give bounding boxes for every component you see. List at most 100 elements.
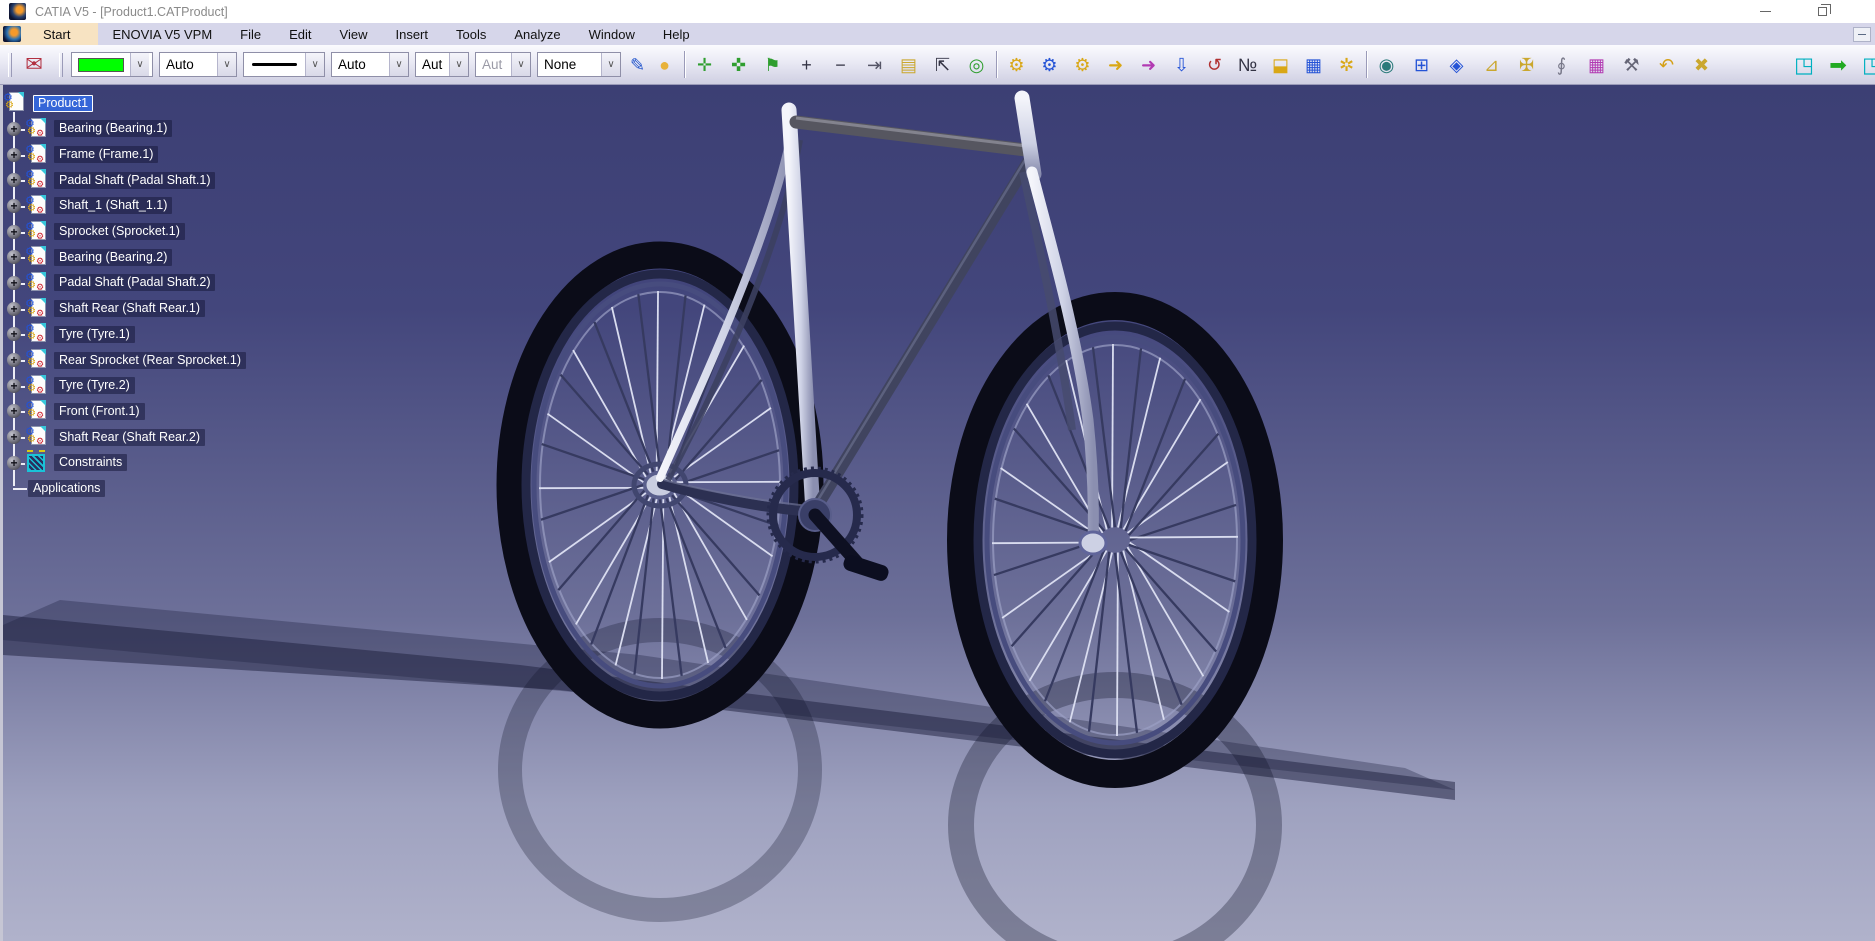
tree-row[interactable]: ⚙ ⚙ ⚙ Tyre (Tyre.1) [2,322,322,348]
anchor-icon[interactable]: ✠ [1513,51,1540,78]
tree-root[interactable]: ⚙ ⚙ Product1 [2,90,322,116]
tree-item-label[interactable]: Rear Sprocket (Rear Sprocket.1) [54,351,247,369]
zoom-out-icon[interactable]: − [827,51,854,78]
tree-row[interactable]: ⚙ ⚙ ⚙ Bearing (Bearing.1) [2,116,322,142]
tree-row[interactable]: ⚙ ⚙ ⚙ Shaft Rear (Shaft Rear.1) [2,296,322,322]
multi-instantiation-icon[interactable]: ✲ [1333,51,1360,78]
color-dropdown[interactable]: ∨ [71,52,153,77]
tree-item-label[interactable]: Bearing (Bearing.2) [54,248,173,266]
menu-item[interactable]: Window [575,23,649,45]
tree-item-label[interactable]: Padal Shaft (Padal Shaft.1) [54,171,216,189]
chevron-down-icon[interactable]: ∨ [305,53,324,76]
graph-tree-reordering-icon[interactable]: ↺ [1201,51,1228,78]
layer-dropdown[interactable]: None ∨ [537,52,621,77]
painter-icon[interactable]: ✎ [624,51,651,78]
expand-plus-icon[interactable] [7,430,21,445]
menu-item[interactable]: Help [649,23,704,45]
tree-row[interactable]: ⚙ ⚙ ⚙ Front (Front.1) [2,399,322,425]
tree-item-label[interactable]: Tyre (Tyre.2) [54,377,135,395]
menu-item[interactable]: View [326,23,382,45]
tree-item-label[interactable]: Shaft Rear (Shaft Rear.2) [54,428,206,446]
menu-start[interactable]: Start [29,27,84,42]
expand-plus-icon[interactable] [7,275,21,290]
replace-component-icon[interactable]: ⇩ [1168,51,1195,78]
tree-row[interactable]: ⚙ ⚙ ⚙ Frame (Frame.1) [2,142,322,168]
tree-item-label[interactable]: Padal Shaft (Padal Shaft.2) [54,274,216,292]
menu-item[interactable]: ENOVIA V5 VPM [98,23,226,45]
tree-row[interactable]: ⚙ ⚙ ⚙ Shaft_1 (Shaft_1.1) [2,193,322,219]
interference-icon[interactable]: ✖ [1688,51,1715,78]
wizard-material-icon[interactable]: ● [651,51,678,78]
existing-component-icon[interactable]: ➜ [1102,51,1129,78]
start-menu-zone[interactable]: Start [0,23,99,45]
expand-plus-icon[interactable] [7,121,21,136]
tools-icon[interactable]: ⚒ [1618,51,1645,78]
expand-plus-icon[interactable] [7,224,21,239]
catalog-clipped-icon[interactable]: ◳ [1855,50,1875,80]
tree-item-label[interactable]: Sprocket (Sprocket.1) [54,223,185,241]
fit-all-in-icon[interactable]: ✜ [725,51,752,78]
new-component-icon[interactable]: ⚙ [1003,51,1030,78]
expand-plus-icon[interactable] [7,173,21,188]
toolbar-grip[interactable] [8,52,12,77]
chevron-down-icon[interactable]: ∨ [601,53,620,76]
normal-view-icon[interactable]: ⇥ [861,51,888,78]
toolbar-grip[interactable] [59,52,63,77]
chevron-down-icon[interactable]: ∨ [449,53,468,76]
expand-plus-icon[interactable] [7,404,21,419]
expand-plus-icon[interactable] [7,455,21,470]
expand-plus-icon[interactable] [7,353,21,368]
pointsymbol-dropdown[interactable]: Aut ∨ [415,52,469,77]
manage-representations-icon[interactable]: ▦ [1300,51,1327,78]
expand-plus-icon[interactable] [7,250,21,265]
chevron-down-icon[interactable]: ∨ [217,53,236,76]
lineweight-dropdown[interactable]: Auto ∨ [331,52,409,77]
undo-icon[interactable]: ↶ [1653,51,1680,78]
minimize-button[interactable] [1750,3,1780,20]
tree-root-label[interactable]: Product1 [33,94,94,112]
generate-numbering-icon[interactable]: № [1234,51,1261,78]
multi-view-icon[interactable]: ▤ [895,51,922,78]
tree-row[interactable]: ⚙ ⚙ ⚙ Padal Shaft (Padal Shaft.1) [2,167,322,193]
new-part-icon[interactable]: ⚙ [1069,51,1096,78]
expand-plus-icon[interactable] [7,147,21,162]
select-arrow-icon[interactable]: ⇱ [929,51,956,78]
tree-row[interactable]: ⚙ ⚙ ⚙ Sprocket (Sprocket.1) [2,219,322,245]
magnifier-icon[interactable]: ◎ [963,51,990,78]
tree-row[interactable]: ⚙ ⚙ ⚙ Bearing (Bearing.2) [2,244,322,270]
measure-between-icon[interactable]: ⊞ [1408,51,1435,78]
import-catalog-icon[interactable]: ➡ [1821,50,1855,80]
tree-item-label[interactable]: Shaft_1 (Shaft_1.1) [54,197,173,215]
measure-item-icon[interactable]: ◈ [1443,51,1470,78]
catalog-browser-icon[interactable]: ◳ [1787,50,1821,80]
new-product-icon[interactable]: ⚙ [1036,51,1063,78]
render-style-icon[interactable]: ◉ [1373,51,1400,78]
sectioning-icon[interactable]: ▦ [1583,51,1610,78]
menu-item[interactable]: File [226,23,275,45]
tree-item-label[interactable]: Applications [28,479,106,497]
expand-plus-icon[interactable] [7,378,21,393]
chevron-down-icon[interactable]: ∨ [389,53,408,76]
opacity-dropdown[interactable]: Auto ∨ [159,52,237,77]
chevron-down-icon[interactable]: ∨ [130,53,149,76]
tree-item-label[interactable]: Frame (Frame.1) [54,146,159,164]
paperclip-icon[interactable]: ∮ [1548,51,1575,78]
tree-row[interactable]: ⚙ ⚙ ⚙ Applications [2,476,322,502]
menubar-minimize-button[interactable] [1853,27,1871,42]
expand-plus-icon[interactable] [7,198,21,213]
menu-item[interactable]: Insert [381,23,442,45]
zoom-in-icon[interactable]: + [793,51,820,78]
menu-item[interactable]: Tools [442,23,500,45]
send-to-icon[interactable]: ✉ [17,50,51,80]
restore-button[interactable] [1807,3,1837,20]
expand-plus-icon[interactable] [7,327,21,342]
tree-item-label[interactable]: Tyre (Tyre.1) [54,325,135,343]
tree-item-label[interactable]: Constraints [54,454,128,472]
tree-row[interactable]: ⚙ ⚙ ⚙ Shaft Rear (Shaft Rear.2) [2,424,322,450]
tree-item-label[interactable]: Bearing (Bearing.1) [54,120,173,138]
tree-item-label[interactable]: Shaft Rear (Shaft Rear.1) [54,300,206,318]
expand-plus-icon[interactable] [7,301,21,316]
linetype-dropdown[interactable]: ∨ [243,52,325,77]
tree-row[interactable]: Constraints [2,449,322,476]
menu-item[interactable]: Edit [275,23,325,45]
